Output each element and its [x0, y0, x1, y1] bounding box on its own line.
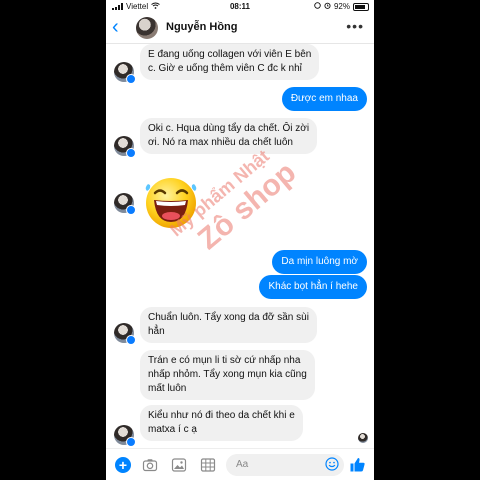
message-line: matxa í c ạ	[148, 424, 197, 435]
incoming-message[interactable]: E đang uống collagen với viên E bên c. G…	[140, 44, 320, 80]
battery-percent: 92%	[333, 2, 350, 11]
incoming-message[interactable]: Kiểu như nó đi theo da chết khi e matxa …	[140, 405, 303, 441]
message-line: Chuẩn luôn. Tẩy xong da đỡ sần sùi	[148, 312, 309, 323]
messenger-badge-icon	[126, 148, 136, 158]
message-line: nhấp nhỏm. Tẩy xong mụn kia cũng	[148, 369, 307, 380]
message-input[interactable]: Aa	[226, 454, 344, 476]
incoming-message[interactable]: Oki c. Hqua dùng tẩy da chết. Ôi zời ơi.…	[140, 118, 318, 154]
contact-name[interactable]: Nguyễn Hồng	[166, 21, 238, 33]
message-line: E đang uống collagen với viên E bên	[148, 49, 312, 60]
sender-avatar[interactable]	[114, 193, 136, 215]
thumbs-up-icon[interactable]	[349, 456, 366, 473]
back-chevron-icon[interactable]: ‹	[112, 17, 119, 37]
sender-avatar[interactable]	[114, 425, 136, 447]
camera-icon[interactable]	[142, 457, 158, 473]
message-line: hẳn	[148, 326, 165, 337]
messenger-screen: Viettel 08:11 92% ‹ Nguyễn Hồng ••• E đa…	[106, 0, 374, 480]
alarm-icon	[324, 2, 331, 11]
message-line: Kiểu như nó đi theo da chết khi e	[148, 410, 295, 421]
sender-avatar[interactable]	[114, 323, 136, 345]
chat-header: ‹ Nguyễn Hồng •••	[106, 13, 374, 44]
messenger-badge-icon	[126, 74, 136, 84]
message-line: c. Giờ e uống thêm viên C đc k nhỉ	[148, 63, 302, 74]
message-line: Khác bọt hẳn í hehe	[268, 281, 358, 292]
message-input-placeholder: Aa	[236, 459, 249, 470]
watermark-line2: Zô shop	[191, 155, 303, 257]
message-line: Trán e có mụn li ti sờ cứ nhấp nha	[148, 355, 301, 366]
sender-avatar[interactable]	[114, 62, 136, 84]
grid-icon[interactable]	[200, 457, 216, 473]
message-line: Oki c. Hqua dùng tẩy da chết. Ôi zời	[148, 123, 310, 134]
photo-gallery-icon[interactable]	[171, 457, 187, 473]
read-receipt-avatar	[358, 433, 368, 443]
incoming-message[interactable]: Trán e có mụn li ti sờ cứ nhấp nha nhấp …	[140, 350, 315, 400]
emoji-icon[interactable]	[325, 457, 339, 471]
message-line: ơi. Nó ra max nhiều da chết luôn	[148, 137, 293, 148]
laughing-emoji-sticker[interactable]	[142, 172, 200, 230]
plus-icon[interactable]: +	[115, 457, 131, 473]
message-line: mất luôn	[148, 383, 187, 394]
contact-avatar[interactable]	[136, 17, 158, 39]
message-line: Da mịn luông mờ	[281, 256, 358, 267]
more-options-icon[interactable]: •••	[346, 18, 364, 34]
sender-avatar[interactable]	[114, 136, 136, 158]
outgoing-message[interactable]: Da mịn luông mờ	[272, 250, 367, 274]
incoming-message[interactable]: Chuẩn luôn. Tẩy xong da đỡ sần sùi hẳn	[140, 307, 317, 343]
outgoing-message[interactable]: Khác bọt hẳn í hehe	[259, 275, 367, 299]
message-line: Được em nhaa	[290, 93, 358, 104]
battery-icon	[353, 2, 369, 11]
messenger-badge-icon	[126, 437, 136, 447]
messenger-badge-icon	[126, 205, 136, 215]
lock-rotation-icon	[314, 2, 321, 11]
outgoing-message[interactable]: Được em nhaa	[281, 87, 367, 111]
message-composer: + Aa	[106, 448, 374, 480]
messenger-badge-icon	[126, 335, 136, 345]
status-bar: Viettel 08:11 92%	[106, 0, 374, 13]
